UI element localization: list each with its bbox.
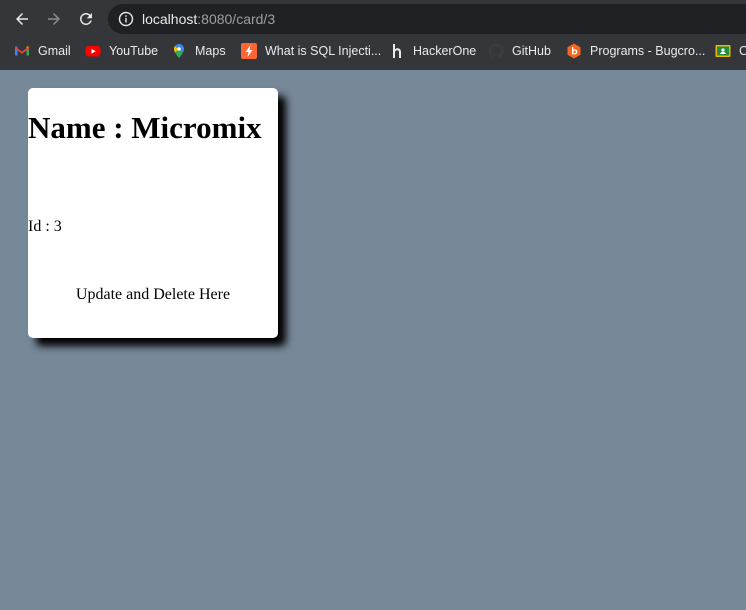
bookmark-hackerone[interactable]: HackerOne [389,41,476,61]
browser-chrome: localhost:8080/card/3 Gmail YouTube Maps [0,0,746,70]
portswigger-icon [241,43,257,59]
card-title: Name : Micromix [28,110,262,145]
card: Name : Micromix Id : 3 Update and Delete… [28,88,278,338]
bugcrowd-icon [566,43,582,59]
url-path: :8080/card/3 [197,11,276,27]
bookmark-youtube[interactable]: YouTube [85,41,158,61]
bookmark-sql-injection[interactable]: What is SQL Injecti... [241,41,381,61]
bookmark-maps[interactable]: Maps [171,41,226,61]
bookmark-label: Programs - Bugcro... [590,44,706,58]
url-host: localhost [142,11,198,27]
bookmark-label: C [739,44,746,58]
reload-button[interactable] [75,8,97,30]
youtube-icon [85,43,101,59]
bookmark-gmail[interactable]: Gmail [14,41,71,61]
bookmark-classroom[interactable]: C [715,41,746,61]
bookmark-label: YouTube [109,44,159,58]
back-button[interactable] [11,8,33,30]
github-icon [488,43,504,59]
bookmark-label: What is SQL Injecti... [265,44,382,58]
bookmark-github[interactable]: GitHub [488,41,551,61]
url-text[interactable]: localhost:8080/card/3 [142,10,275,28]
update-delete-text[interactable]: Update and Delete Here [28,286,278,304]
bookmark-bugcrowd[interactable]: Programs - Bugcro... [566,41,705,61]
back-arrow-icon [16,13,28,25]
reload-icon [79,12,92,25]
maps-icon [171,43,187,59]
browser-toolbar: localhost:8080/card/3 [0,0,746,38]
site-info-icon[interactable] [118,11,134,27]
gmail-icon [14,43,30,59]
classroom-icon [715,43,731,59]
bookmark-label: Gmail [38,44,71,58]
forward-button[interactable] [43,8,65,30]
bookmark-label: HackerOne [413,44,477,58]
bookmark-label: Maps [195,44,226,58]
address-bar[interactable]: localhost:8080/card/3 [108,4,746,34]
card-id: Id : 3 [28,218,62,235]
bookmarks-bar: Gmail YouTube Maps What is SQL Injecti..… [0,38,746,64]
hackerone-icon [389,43,405,59]
bookmark-label: GitHub [512,44,551,58]
forward-arrow-icon [48,13,60,25]
